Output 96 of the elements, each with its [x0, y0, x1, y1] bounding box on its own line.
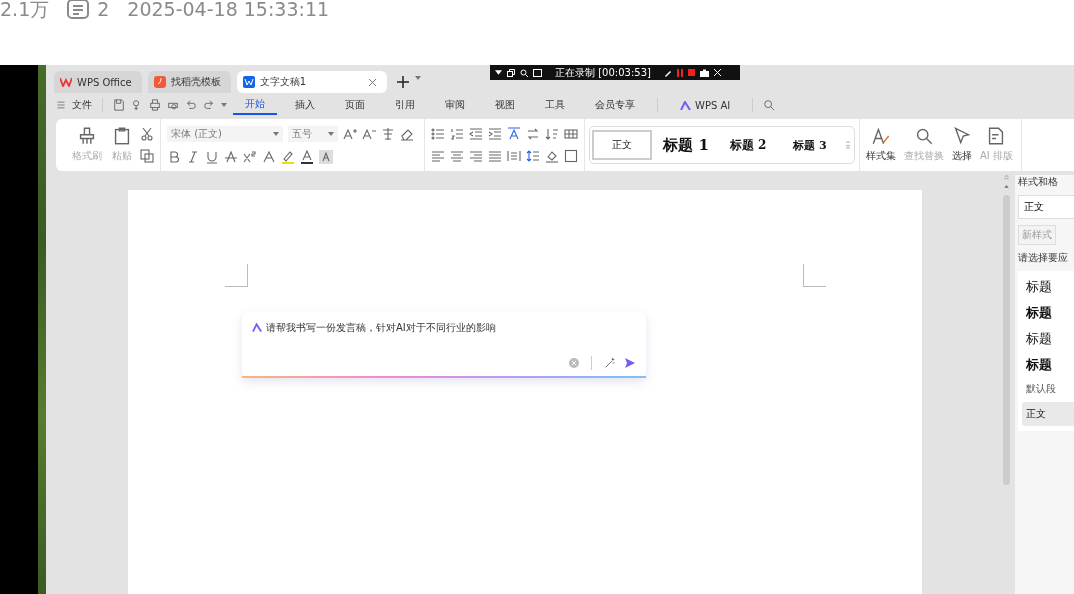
undo-icon[interactable] — [185, 99, 197, 111]
ribbon-tab[interactable]: 会员专享 — [583, 96, 647, 114]
writer-logo-icon — [242, 76, 255, 88]
font-brush-icon — [872, 127, 890, 145]
distribute-icon[interactable] — [507, 149, 521, 163]
ribbon-button[interactable]: 样式集 — [864, 127, 898, 163]
table-grid-icon[interactable] — [564, 127, 578, 141]
brush-icon — [78, 127, 96, 145]
more-caret-icon — [221, 103, 227, 107]
windows-icon[interactable] — [507, 68, 515, 77]
char-shading-icon[interactable] — [319, 150, 333, 164]
tab-menu-caret-icon — [414, 76, 421, 80]
underline-icon[interactable] — [205, 150, 219, 164]
style-preset[interactable]: 标题 3 — [782, 130, 838, 160]
shading-icon[interactable] — [545, 149, 559, 163]
copy-icon[interactable] — [140, 149, 154, 163]
template-logo-icon — [153, 76, 166, 88]
pause-icon[interactable] — [676, 68, 683, 77]
style-list-item[interactable]: 默认段 — [1022, 380, 1074, 398]
font-dropdown[interactable]: 宋体 (正文) — [167, 126, 283, 142]
increase-indent-icon[interactable] — [488, 127, 502, 141]
wps-logo-icon — [60, 77, 72, 87]
style-preset[interactable]: 标题 1 — [658, 130, 714, 160]
page-corner-mark — [225, 264, 248, 287]
grow-font-icon[interactable] — [343, 127, 357, 141]
style-preset[interactable]: 正文 — [592, 130, 652, 160]
bullet-list-icon[interactable] — [431, 127, 445, 141]
numbered-list-icon[interactable] — [450, 127, 464, 141]
italic-icon[interactable] — [186, 150, 200, 164]
ai-prompt-box[interactable]: 请帮我书写一份发言稿，针对AI对于不同行业的影响 — [242, 312, 646, 378]
scissors-icon[interactable] — [140, 127, 154, 141]
ribbon-button[interactable]: 选择 — [950, 127, 974, 163]
recording-status: 正在录制 [00:03:53] — [555, 65, 651, 80]
document-tab[interactable]: 找稻壳模板 — [147, 71, 231, 93]
ribbon-tab[interactable]: 审阅 — [433, 96, 477, 114]
screen-frame-icon[interactable] — [533, 68, 542, 77]
panel-hint: 请选择要应 — [1018, 251, 1069, 265]
cursor-arrow-icon — [953, 127, 971, 145]
document-tab[interactable]: WPS Office — [54, 71, 142, 93]
redo-icon[interactable] — [203, 99, 215, 111]
add-tab-icon[interactable] — [396, 76, 409, 88]
save-icon[interactable] — [113, 99, 125, 111]
sort-icon[interactable] — [526, 127, 540, 141]
comment-list-icon — [67, 0, 90, 19]
border-icon[interactable] — [564, 149, 578, 163]
sort-order-icon[interactable] — [545, 127, 559, 141]
eraser-icon[interactable] — [400, 127, 414, 141]
font-color-icon[interactable] — [300, 150, 314, 164]
current-style-field[interactable]: 正文 — [1018, 195, 1074, 219]
strikethrough-icon[interactable] — [224, 150, 238, 164]
style-list-item[interactable]: 正文 — [1022, 402, 1074, 426]
ribbon-tab[interactable]: 插入 — [283, 96, 327, 114]
ai-logo-icon — [252, 323, 262, 332]
ribbon-tab[interactable]: 开始 — [233, 95, 277, 115]
file-menu[interactable]: 文件 — [72, 98, 92, 112]
magic-wand-icon[interactable] — [604, 357, 616, 369]
view-count: 2.1万 — [0, 0, 50, 20]
decrease-indent-icon[interactable] — [469, 127, 483, 141]
style-list-item[interactable]: 标题 — [1022, 354, 1074, 376]
superscript-icon[interactable] — [243, 150, 257, 164]
style-preset[interactable]: 标题 2 — [720, 130, 776, 160]
pen-icon[interactable] — [663, 68, 672, 77]
ribbon-tab[interactable]: 工具 — [533, 96, 577, 114]
stop-icon[interactable] — [687, 69, 695, 76]
send-icon[interactable] — [624, 357, 636, 369]
caret-icon — [328, 132, 334, 136]
ribbon-tab[interactable]: 引用 — [383, 96, 427, 114]
document-tab[interactable]: 文字文稿1 — [236, 71, 387, 93]
wps-ai-tab[interactable]: WPS AI — [668, 97, 743, 113]
font-size-dropdown[interactable]: 五号 — [288, 126, 338, 142]
caret-icon[interactable] — [495, 70, 502, 75]
text-direction-icon[interactable] — [507, 127, 521, 141]
ribbon-tab[interactable]: 页面 — [333, 96, 377, 114]
search-icon — [915, 127, 933, 145]
search-icon[interactable] — [763, 99, 776, 111]
panel-title: 样式和格 — [1018, 175, 1059, 189]
style-list-item[interactable]: 标题 — [1022, 302, 1074, 324]
zoom-icon[interactable] — [520, 68, 528, 77]
style-list-item[interactable]: 标题 — [1022, 276, 1074, 298]
post-datetime: 2025-04-18 15:33:11 — [127, 0, 330, 20]
ribbon-tab[interactable]: 视图 — [483, 96, 527, 114]
comment-count: 2 — [97, 0, 110, 20]
bold-icon[interactable] — [167, 150, 181, 164]
camera-icon[interactable] — [699, 68, 709, 77]
page-corner-mark — [803, 264, 826, 287]
line-spacing-icon[interactable] — [526, 149, 540, 163]
shrink-font-icon[interactable] — [362, 127, 376, 141]
caret-icon — [273, 132, 279, 136]
text-effect-icon[interactable] — [262, 150, 276, 164]
style-list-item[interactable]: 标题 — [1022, 328, 1074, 350]
print-icon[interactable] — [149, 99, 161, 111]
ai-logo-icon — [680, 100, 691, 110]
scroll-up-icon[interactable] — [1003, 184, 1009, 189]
highlight-icon[interactable] — [281, 150, 295, 164]
phonetic-guide-icon[interactable] — [381, 127, 395, 141]
clipboard-icon — [113, 127, 131, 145]
